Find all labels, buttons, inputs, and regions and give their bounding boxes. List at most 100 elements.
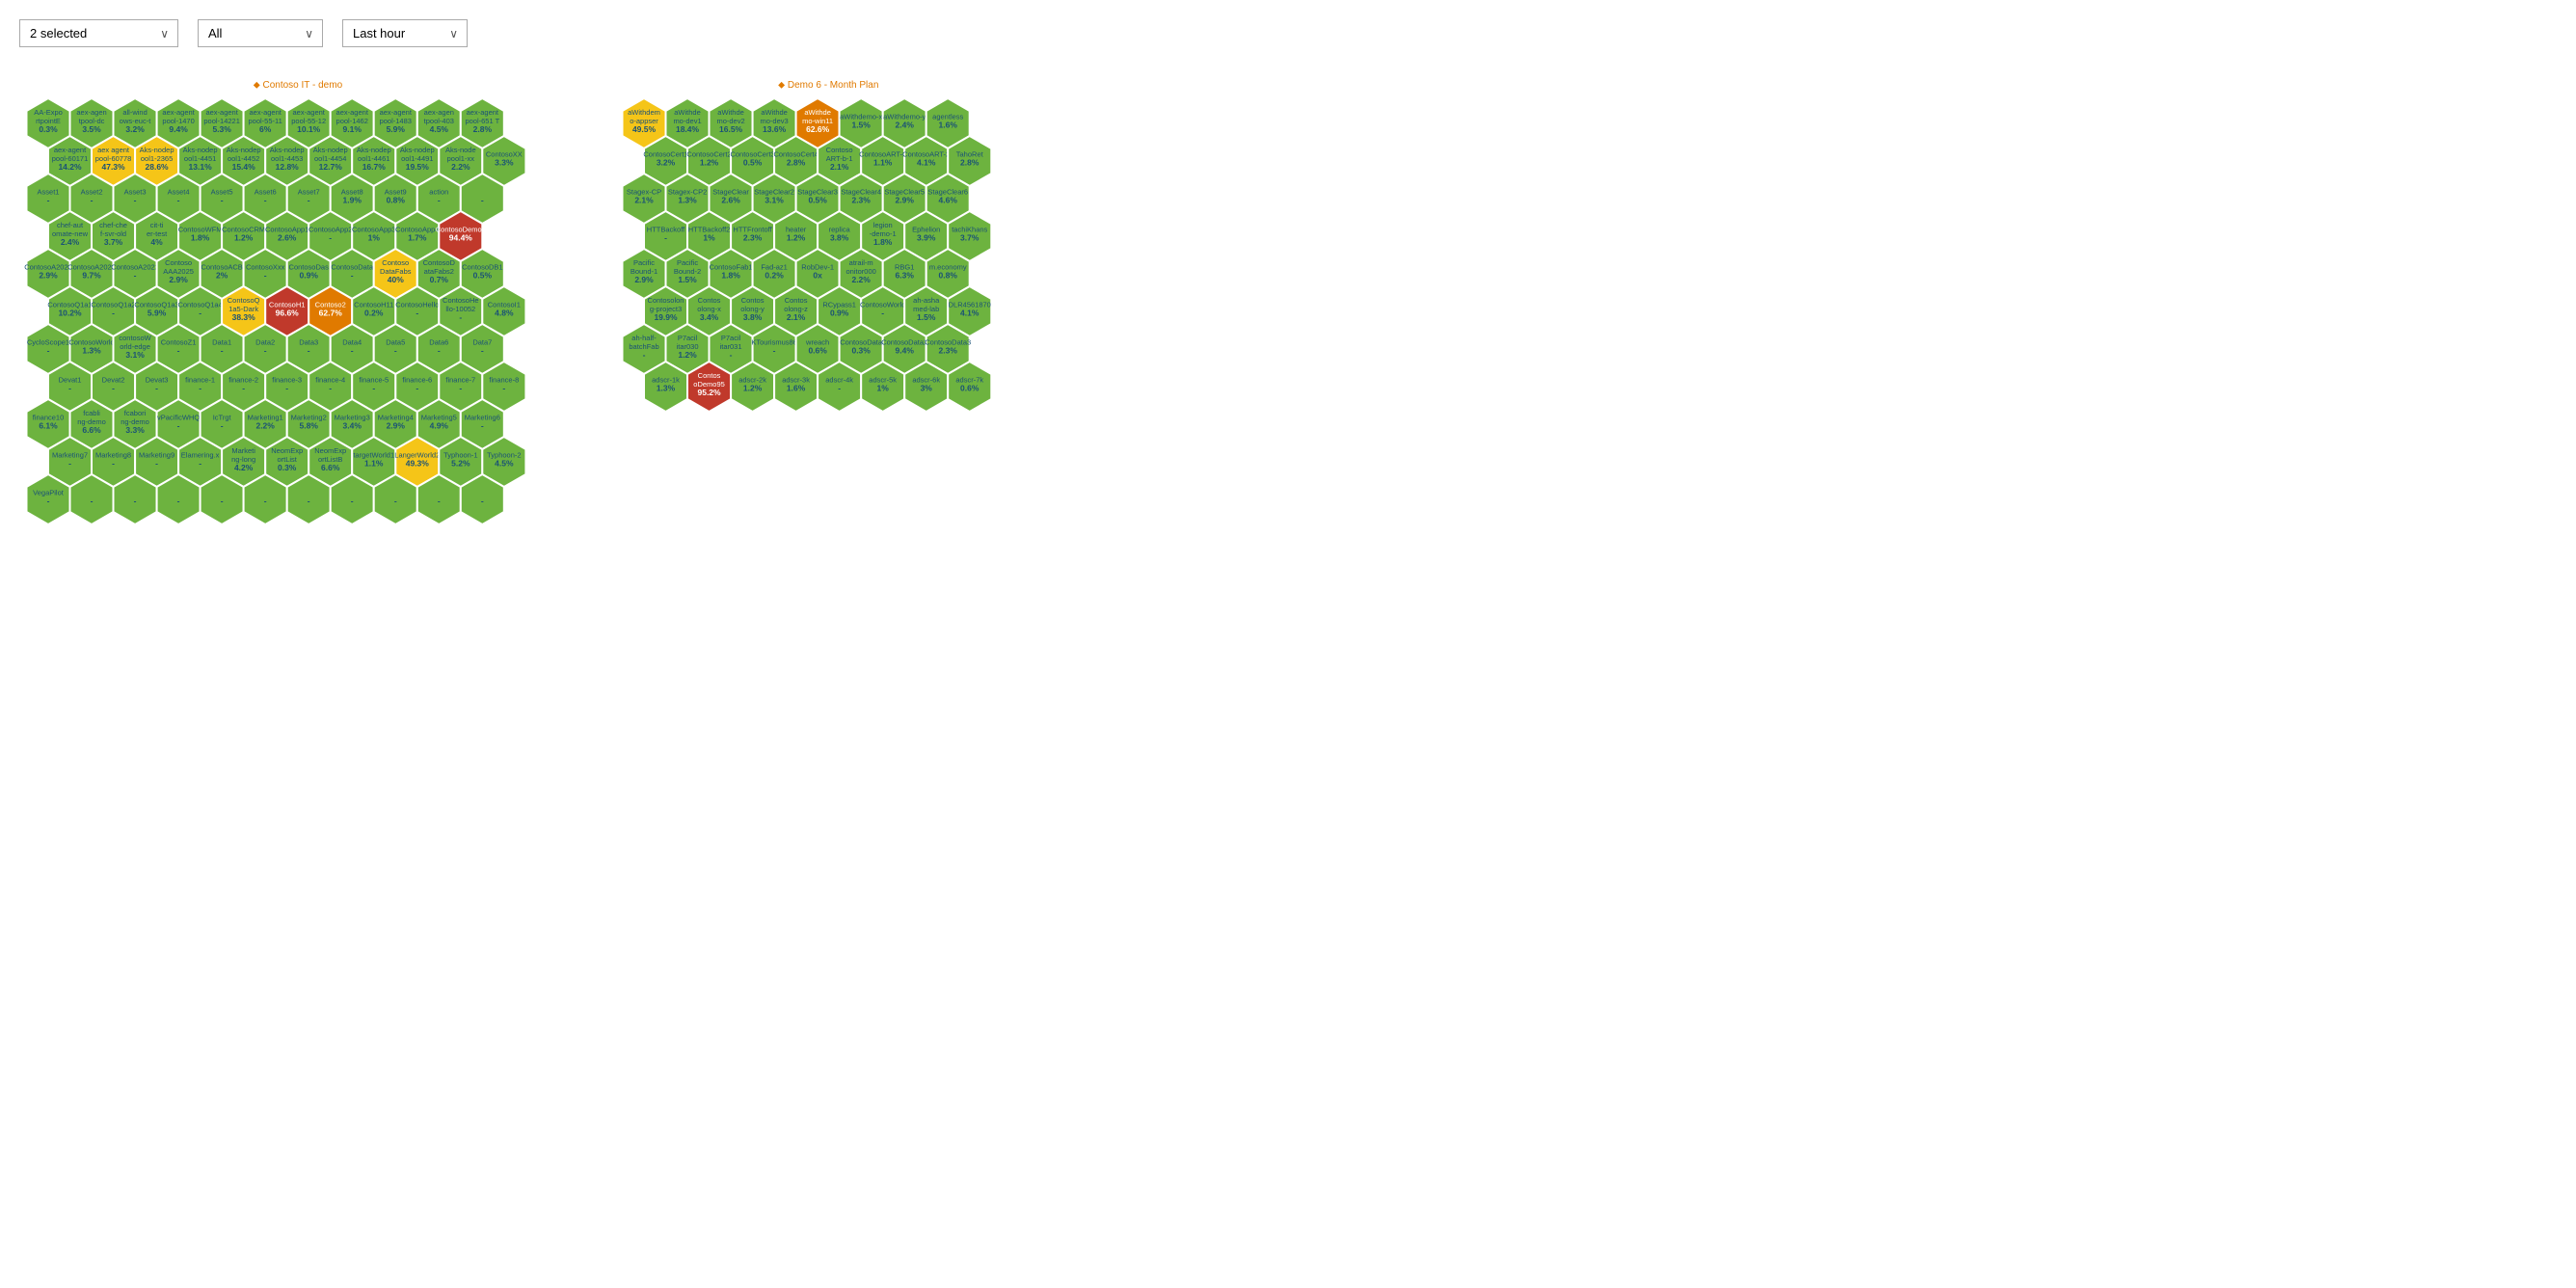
subscription-filter: 2 selected All Contoso IT - demo Demo 6 …	[19, 15, 178, 47]
timerange-select[interactable]: Last hour Last 24 hours Last 7 days Last…	[342, 19, 468, 47]
subscription-select[interactable]: 2 selected All Contoso IT - demo Demo 6 …	[19, 19, 178, 47]
hex-name: Aks-nodep	[313, 146, 348, 154]
hex-value: 1.8%	[873, 237, 893, 247]
hex-value: -	[47, 496, 50, 506]
hex-value: 38.3%	[232, 312, 256, 322]
chart1: ⬥ Contoso IT - demo AA-ExportpointE0.3%a…	[19, 80, 577, 596]
hex-value: 10.2%	[58, 309, 82, 318]
hex-value: 2.1%	[634, 196, 654, 205]
hex-name: Contoso	[826, 146, 853, 154]
hex-value: -	[112, 459, 115, 469]
hex-value: 4.2%	[234, 463, 254, 472]
hex-value: 4.9%	[430, 421, 449, 431]
chart1-label: ⬥ Contoso IT - demo	[19, 80, 577, 91]
hex-value: 3.8%	[830, 233, 849, 243]
hex-name: atrail-m	[849, 258, 873, 267]
hex-value: -	[838, 384, 841, 393]
hex-value: 3.3%	[495, 158, 514, 168]
hex-name: ah-half-	[631, 334, 657, 342]
hex-name: aex-agent	[467, 108, 499, 117]
hex-value: 19.5%	[406, 162, 430, 172]
chart2: ⬥ Demo 6 - Month Plan aWithdemo-appser49…	[615, 80, 1042, 596]
hex-value: 3.1%	[125, 350, 145, 360]
hex-value: 62.7%	[319, 309, 343, 318]
hex-value: 1.2%	[743, 384, 763, 393]
hex-name: aex-agent	[162, 108, 195, 117]
hex-value: 0.2%	[364, 309, 384, 318]
hex-value: 3.8%	[743, 312, 763, 322]
hex-name: Aks-nodep	[227, 146, 261, 154]
hex-value: 1.6%	[938, 121, 957, 130]
hex-value: -	[91, 496, 94, 506]
hex-value: 2.3%	[851, 196, 871, 205]
hex-value: 6.6%	[321, 463, 340, 472]
hex-value: 3.7%	[104, 237, 123, 247]
hex-value: -	[416, 384, 418, 393]
hex-name: P7acil	[721, 334, 741, 342]
hex-name: aWithde	[804, 108, 831, 117]
vm-filter: All	[198, 15, 323, 47]
hex-value: 5.9%	[387, 124, 406, 134]
hex-name: legion	[873, 221, 893, 229]
hex-value: 3.9%	[917, 233, 936, 243]
hex-value: 49.5%	[632, 124, 657, 134]
hex-value: -	[47, 346, 50, 356]
hex-value: -	[91, 196, 94, 205]
hex-value: -	[112, 384, 115, 393]
hex-value: 2.1%	[787, 312, 806, 322]
hex-value: -	[329, 384, 332, 393]
hex-name: ContosoD	[423, 258, 456, 267]
hex-value: -	[221, 496, 224, 506]
hex-value: -	[285, 384, 288, 393]
hex-value: -	[881, 309, 884, 318]
hex-value: 3.7%	[960, 233, 979, 243]
cpu-usage-title	[0, 47, 2576, 70]
hex-value: 0.8%	[387, 196, 406, 205]
hex-value: 1.2%	[678, 350, 697, 360]
hex-value: 2.9%	[169, 275, 188, 284]
hex-value: -	[264, 496, 267, 506]
hex-value: 2.9%	[387, 421, 406, 431]
hex-value: 14.2%	[58, 162, 82, 172]
hex-value: 9.4%	[895, 346, 914, 356]
hex-value: 94.4%	[449, 233, 473, 243]
hex-value: 3.2%	[125, 124, 145, 134]
hex-value: 1.3%	[82, 346, 101, 356]
hex-value: 2.9%	[634, 275, 654, 284]
hex-value: 6.6%	[82, 425, 101, 435]
hex-value: 0.5%	[743, 158, 763, 168]
hex-value: 18.4%	[676, 124, 700, 134]
hex-value: -	[155, 459, 158, 469]
hex-value: 2.4%	[895, 121, 914, 130]
hex-value: 6.3%	[895, 271, 914, 281]
hex-value: -	[481, 346, 484, 356]
hex-value: 0.5%	[473, 271, 493, 281]
hex-value: 0.2%	[765, 271, 784, 281]
hex-name: Contoso	[382, 258, 409, 267]
hex-value: 1.2%	[700, 158, 719, 168]
hex-name: Pacific	[633, 258, 655, 267]
hex-value: 2.1%	[830, 162, 849, 172]
hex-value: 28.6%	[146, 162, 170, 172]
hex-name: Aks-nodep	[270, 146, 305, 154]
hex-value: 15.4%	[232, 162, 256, 172]
hex-value: 40%	[388, 275, 404, 284]
hex-name: aex-agent	[205, 108, 238, 117]
hex-name: ContosoHe	[443, 296, 479, 305]
hex-name: NeomExp	[314, 446, 346, 455]
hex-value: 12.7%	[319, 162, 343, 172]
hex-value: 1.8%	[191, 233, 210, 243]
hex-value: 4.5%	[430, 124, 449, 134]
hex-value: 4.5%	[495, 459, 514, 469]
hex-value: 5.3%	[212, 124, 231, 134]
hex-value: -	[351, 496, 354, 506]
hex-name: Contos	[785, 296, 808, 305]
hex-value: 1%	[368, 233, 381, 243]
hex-value: -	[308, 496, 310, 506]
hex-name: P7acil	[678, 334, 698, 342]
hex-value: -	[394, 496, 397, 506]
hex-name: aex-agen	[424, 108, 454, 117]
hex-value: 2%	[216, 271, 228, 281]
charts-container: ⬥ Contoso IT - demo AA-ExportpointE0.3%a…	[0, 70, 2576, 605]
vm-select[interactable]: All	[198, 19, 323, 47]
